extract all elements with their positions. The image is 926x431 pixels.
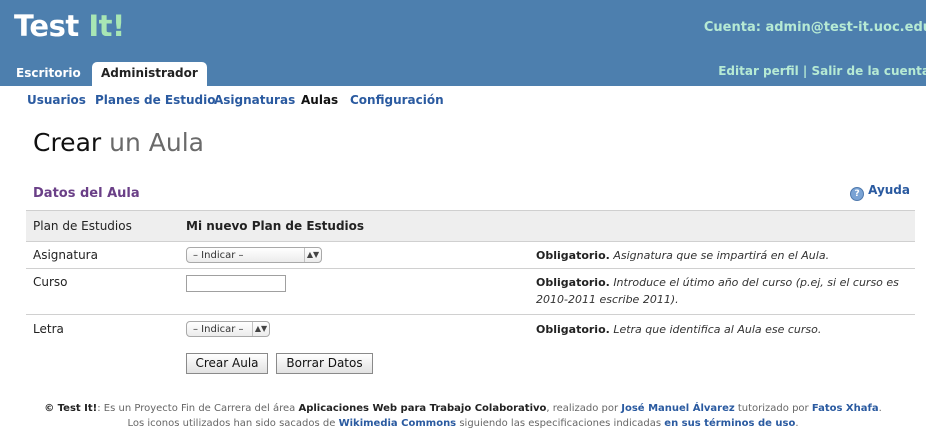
footer-text4: . — [878, 403, 882, 414]
letra-hint: Letra que identifica al Aula ese curso. — [613, 323, 822, 336]
logo-text: Test — [14, 9, 79, 43]
asignatura-label: Asignatura — [33, 248, 98, 262]
edit-profile-link[interactable]: Editar perfil — [718, 64, 798, 78]
borrar-datos-button[interactable]: Borrar Datos — [276, 353, 373, 374]
footer-area: Aplicaciones Web para Trabajo Colaborati… — [298, 403, 547, 414]
page-title-part2: un Aula — [109, 128, 204, 157]
plan-value: Mi nuevo Plan de Estudios — [186, 219, 365, 233]
section-title: Datos del Aula — [33, 186, 140, 201]
letra-row: Letra – Indicar – ▲▼ Obligatorio. Letra … — [26, 314, 915, 344]
user-links: Editar perfil | Salir de la cuenta — [718, 64, 926, 78]
page-title-part1: Crear — [33, 128, 102, 157]
footer-tutor-link[interactable]: Fatos Xhafa — [812, 403, 879, 414]
top-banner: Test It! Cuenta: admin@test-it.uoc.edu — [0, 0, 926, 58]
letra-required: Obligatorio. — [536, 323, 610, 336]
asignatura-select[interactable]: – Indicar – ▲▼ — [186, 247, 322, 263]
admin-subnav: Usuarios Planes de Estudio Asignaturas A… — [0, 86, 926, 114]
asignatura-hint: Asignatura que se impartirá en el Aula. — [613, 249, 830, 262]
curso-required: Obligatorio. — [536, 276, 610, 289]
curso-label: Curso — [33, 275, 68, 289]
app-logo[interactable]: Test It! — [14, 6, 125, 46]
footer-brand: © Test It! — [44, 403, 98, 414]
curso-row: Curso Obligatorio. Introduce el útimo añ… — [26, 268, 915, 315]
letra-label: Letra — [33, 322, 64, 336]
account-label: Cuenta: admin@test-it.uoc.edu — [703, 20, 926, 35]
tab-escritorio[interactable]: Escritorio — [16, 62, 81, 86]
crear-aula-button[interactable]: Crear Aula — [186, 353, 268, 374]
footer-commons-link[interactable]: Wikimedia Commons — [339, 418, 457, 429]
tab-administrador[interactable]: Administrador — [92, 62, 207, 86]
footer-line1: © Test It!: Es un Proyecto Fin de Carrer… — [0, 401, 926, 416]
subnav-planes-de-estudio[interactable]: Planes de Estudio — [95, 93, 215, 107]
footer-text1: : Es un Proyecto Fin de Carrera del área — [97, 403, 296, 414]
subnav-usuarios[interactable]: Usuarios — [27, 93, 86, 107]
select-arrows-icon: ▲▼ — [252, 322, 269, 336]
user-links-separator: | — [802, 64, 808, 78]
help-label: Ayuda — [868, 183, 910, 197]
curso-input[interactable] — [186, 275, 286, 292]
asignatura-required: Obligatorio. — [536, 249, 610, 262]
footer-text3: tutorizado por — [737, 403, 809, 414]
footer-terms-link[interactable]: en sus términos de uso — [664, 418, 795, 429]
subnav-configuracion[interactable]: Configuración — [350, 93, 444, 107]
page-title: Crear un Aula — [33, 128, 204, 157]
footer: © Test It!: Es un Proyecto Fin de Carrer… — [0, 401, 926, 431]
footer-text2: , realizado por — [546, 403, 619, 414]
footer-l2-text2: siguiendo las especificaciones indicadas — [459, 418, 662, 429]
help-link[interactable]: ? Ayuda — [850, 183, 910, 201]
logo-accent-text: It! — [88, 9, 125, 43]
logout-link[interactable]: Salir de la cuenta — [811, 64, 926, 78]
curso-hint-line1: Introduce el útimo año del curso (p.ej, … — [613, 276, 899, 289]
letra-select[interactable]: – Indicar – ▲▼ — [186, 321, 270, 337]
help-icon: ? — [850, 187, 865, 201]
letra-select-value: – Indicar – — [193, 324, 244, 335]
asignatura-row: Asignatura – Indicar – ▲▼ Obligatorio. A… — [26, 241, 915, 269]
plan-row: Plan de Estudios Mi nuevo Plan de Estudi… — [26, 210, 915, 242]
plan-label: Plan de Estudios — [33, 219, 132, 233]
footer-line2: Los iconos utilizados han sido sacados d… — [0, 416, 926, 431]
footer-author-link[interactable]: José Manuel Álvarez — [621, 403, 734, 414]
footer-l2-text1: Los iconos utilizados han sido sacados d… — [127, 418, 336, 429]
asignatura-note: Obligatorio. Asignatura que se impartirá… — [536, 247, 906, 264]
asignatura-select-value: – Indicar – — [193, 250, 244, 261]
curso-note: Obligatorio. Introduce el útimo año del … — [536, 274, 916, 308]
subnav-aulas[interactable]: Aulas — [301, 93, 338, 107]
curso-hint-line2: 2010-2011 escribe 2011). — [536, 293, 679, 306]
subnav-asignaturas[interactable]: Asignaturas — [214, 93, 295, 107]
letra-note: Obligatorio. Letra que identifica al Aul… — [536, 321, 906, 338]
select-arrows-icon: ▲▼ — [304, 248, 321, 262]
footer-l2-text3: . — [795, 418, 799, 429]
